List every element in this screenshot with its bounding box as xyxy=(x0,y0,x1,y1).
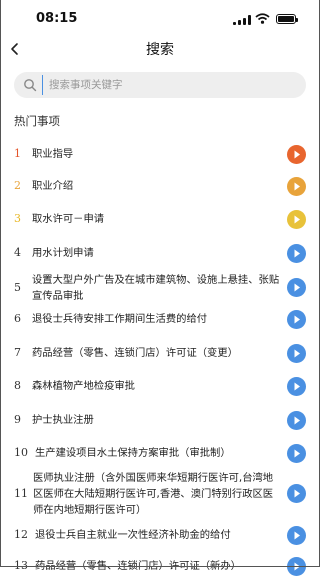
item-label: 护士执业注册 xyxy=(32,414,94,426)
item-number: 1 xyxy=(14,147,21,160)
search-input[interactable] xyxy=(42,75,304,95)
signal-icon xyxy=(233,15,251,25)
page-title: 搜索 xyxy=(146,42,174,58)
item-number: 12 xyxy=(14,528,28,541)
item-label: 设置大型户外广告及在城市建筑物、设施上悬挂、张贴宣传品审批 xyxy=(32,274,280,302)
play-icon[interactable] xyxy=(287,310,306,329)
item-number: 11 xyxy=(14,487,28,500)
play-icon[interactable] xyxy=(287,244,306,263)
item-label: 森林植物产地检疫审批 xyxy=(32,380,135,392)
item-number: 10 xyxy=(14,446,28,459)
item-number: 4 xyxy=(14,246,21,259)
play-icon[interactable] xyxy=(287,411,306,430)
item-label: 职业指导 xyxy=(32,148,74,160)
search-bar[interactable] xyxy=(14,72,306,98)
item-number: 8 xyxy=(14,379,21,392)
play-icon[interactable] xyxy=(287,145,306,164)
play-icon[interactable] xyxy=(287,526,306,545)
item-label: 生产建设项目水土保持方案审批（审批制） xyxy=(35,447,231,459)
search-icon xyxy=(24,79,37,92)
play-icon[interactable] xyxy=(287,377,306,396)
item-label: 用水计划申请 xyxy=(32,247,94,259)
play-icon[interactable] xyxy=(287,444,306,463)
play-icon[interactable] xyxy=(287,177,306,196)
status-time: 08:15 xyxy=(36,11,78,26)
item-number: 7 xyxy=(14,346,21,359)
item-label: 职业介绍 xyxy=(32,180,74,192)
item-number: 2 xyxy=(14,179,21,192)
battery-icon xyxy=(276,14,298,24)
item-label: 药品经营（零售、连锁门店）许可证（变更） xyxy=(32,347,238,359)
item-label: 医师执业注册（含外国医师来华短期行医许可,台湾地区医师在大陆短期行医许可,香港、… xyxy=(33,472,274,516)
item-number: 13 xyxy=(14,559,28,572)
item-label: 取水许可－申请 xyxy=(32,213,105,225)
item-number: 9 xyxy=(14,413,21,426)
item-number: 5 xyxy=(14,281,21,294)
item-number: 6 xyxy=(14,312,21,325)
status-bar: 08:15 xyxy=(0,0,320,36)
item-number: 3 xyxy=(14,212,21,225)
item-label: 退役士兵自主就业一次性经济补助金的给付 xyxy=(35,529,231,541)
item-label: 药品经营（零售、连锁门店）许可证（新办） xyxy=(35,560,241,572)
item-label: 退役士兵待安排工作期间生活费的给付 xyxy=(32,313,208,325)
header: 搜索 xyxy=(0,36,320,62)
play-icon[interactable] xyxy=(287,210,306,229)
wifi-icon xyxy=(255,13,270,24)
play-icon[interactable] xyxy=(287,278,306,297)
play-icon[interactable] xyxy=(287,484,306,503)
section-title-hot: 热门事项 xyxy=(14,114,60,128)
play-icon[interactable] xyxy=(287,344,306,363)
